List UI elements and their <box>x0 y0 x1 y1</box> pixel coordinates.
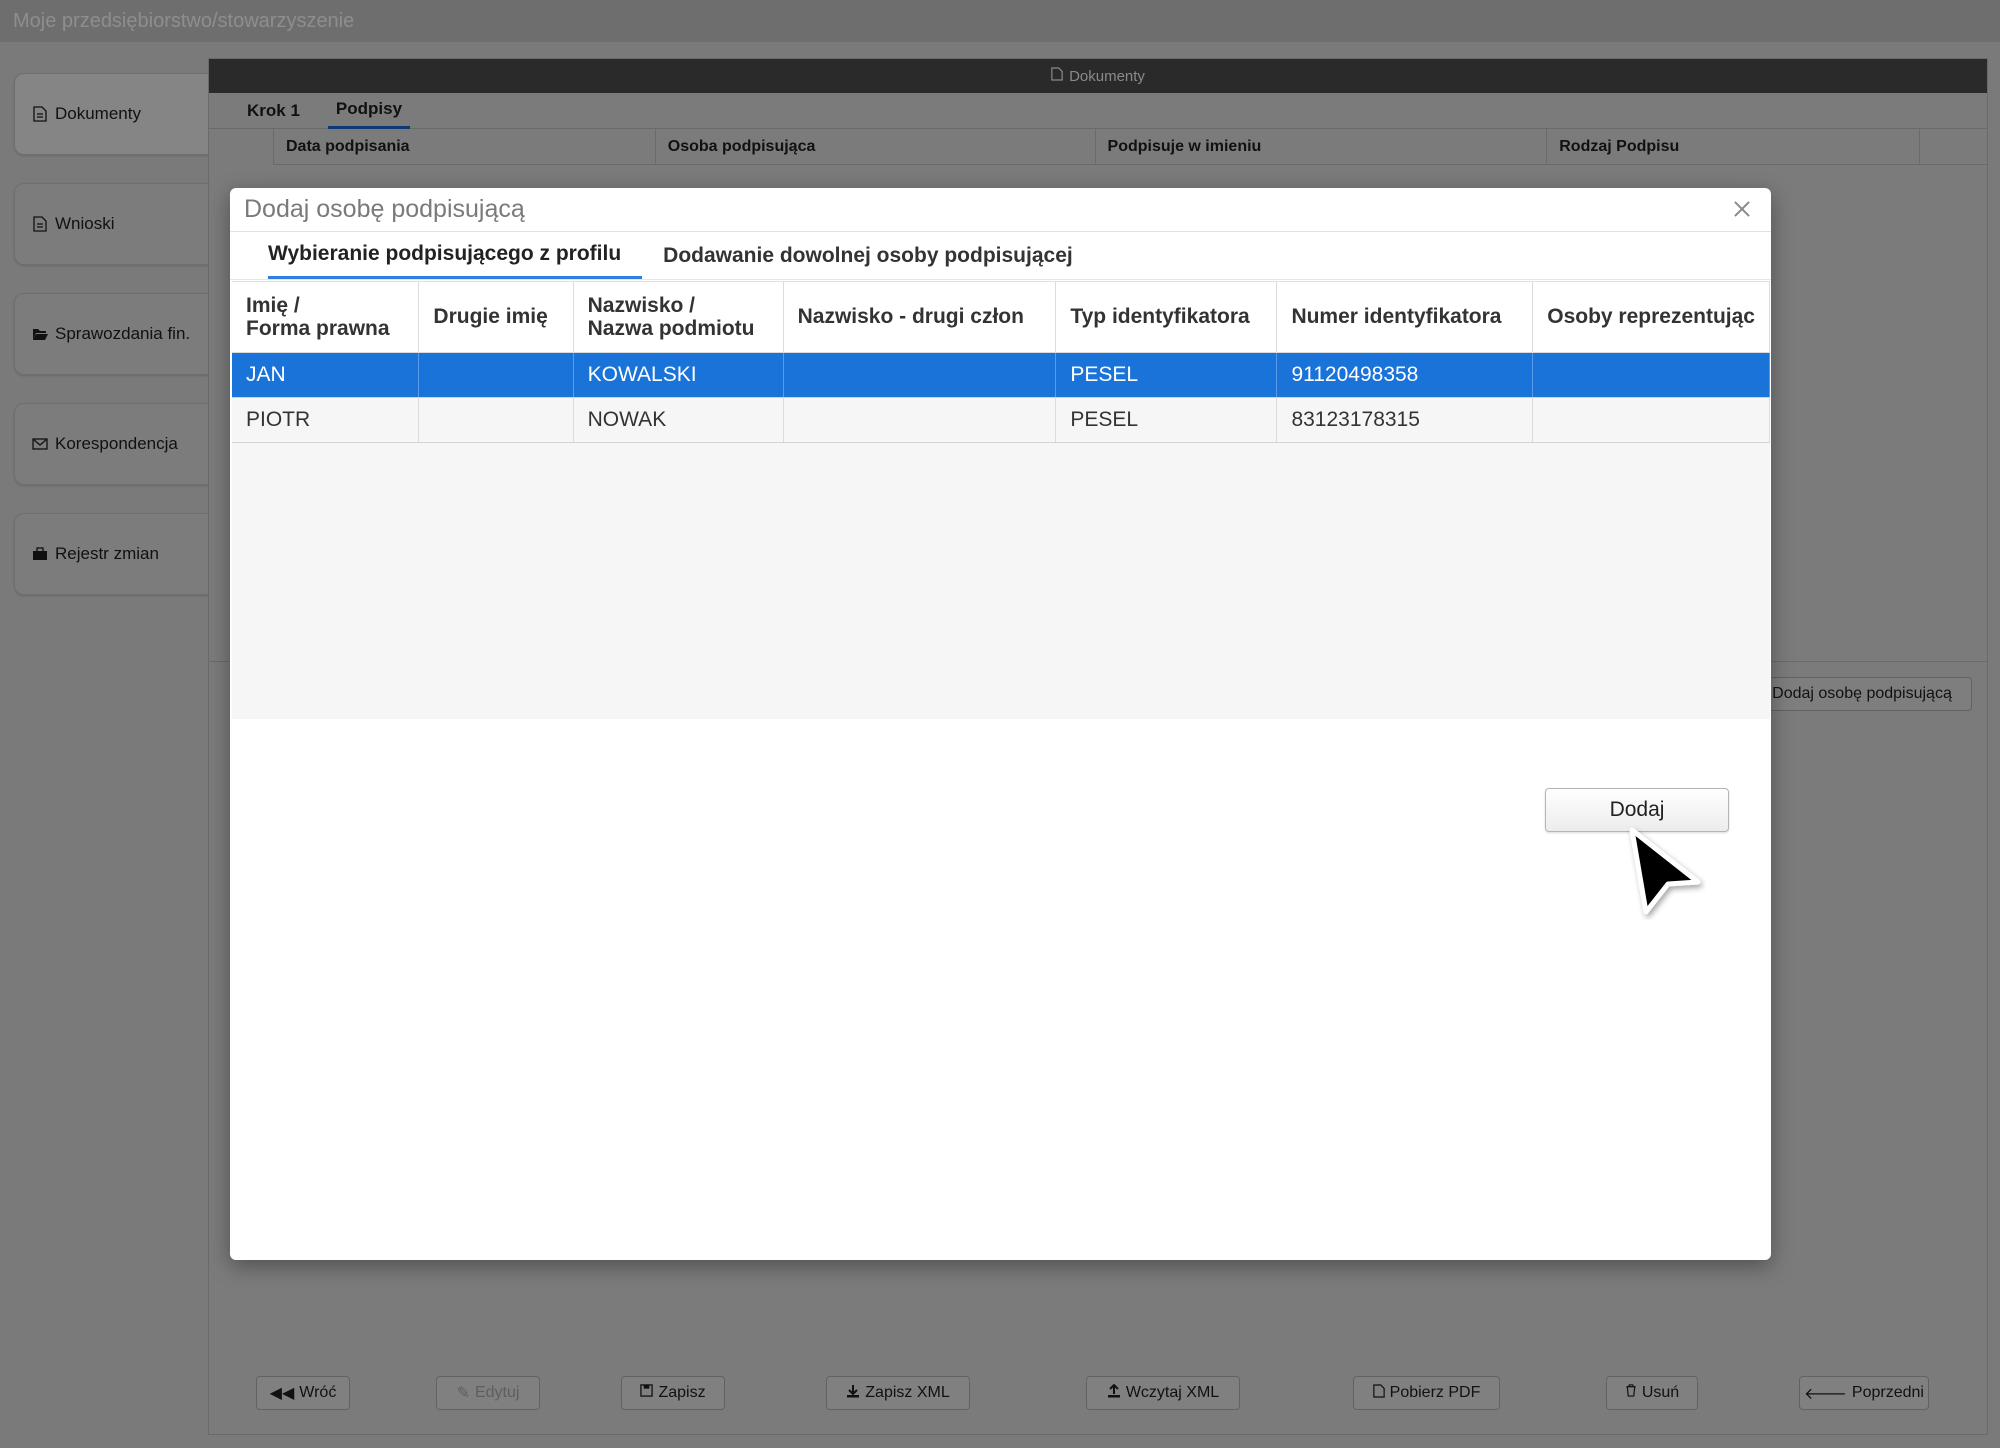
document-icon <box>31 105 49 123</box>
edit-button-label: Edytuj <box>474 1384 520 1401</box>
cell-id-type: PESEL <box>1055 397 1278 443</box>
document-icon <box>31 215 49 233</box>
column-header-middle-name[interactable]: Drugie imię <box>418 282 574 353</box>
cell-last-name: NOWAK <box>573 397 784 443</box>
cell-id-number: 83123178315 <box>1276 397 1534 443</box>
trash-icon <box>1625 1384 1637 1402</box>
save-xml-button-label: Zapisz XML <box>865 1384 950 1401</box>
edit-button[interactable]: ✎ Edytuj <box>436 1376 540 1410</box>
add-signer-modal: Dodaj osobę podpisującą Wybieranie podpi… <box>230 188 1771 1260</box>
modal-tabs: Wybieranie podpisującego z profilu Dodaw… <box>230 232 1771 280</box>
cell-id-number: 91120498358 <box>1276 352 1534 398</box>
briefcase-icon <box>31 545 49 563</box>
previous-button[interactable]: 🡐 Poprzedni <box>1799 1376 1929 1410</box>
sidebar-item-label: Sprawozdania fin. <box>55 324 191 343</box>
table-row[interactable]: PIOTR NOWAK PESEL 83123178315 <box>232 397 1770 443</box>
step-tabs: Krok 1 Podpisy <box>209 93 1987 129</box>
sidebar-item-dokumenty[interactable]: Dokumenty <box>14 73 210 155</box>
pdf-icon <box>1372 1383 1385 1403</box>
tab-select-from-profile[interactable]: Wybieranie podpisującego z profilu <box>268 232 643 279</box>
add-signer-button[interactable]: Dodaj osobę podpisującą <box>1752 677 1972 711</box>
cell-last-name-second-part <box>783 352 1057 398</box>
download-icon <box>846 1384 860 1403</box>
document-icon <box>1051 67 1063 85</box>
cell-id-type: PESEL <box>1055 352 1278 398</box>
save-button-label: Zapisz <box>658 1384 706 1401</box>
column-header[interactable]: Podpisuje w imieniu <box>1094 129 1547 164</box>
panel-header: Dokumenty <box>209 59 1987 93</box>
column-header-last-name-second-part[interactable]: Nazwisko - drugi człon <box>783 282 1057 353</box>
download-pdf-button-label: Pobierz PDF <box>1389 1384 1481 1401</box>
signatures-table-header: Data podpisania Osoba podpisująca Podpis… <box>273 129 1987 165</box>
app-title: Moje przedsiębiorstwo/stowarzyszenie <box>13 10 355 32</box>
delete-button-label: Usuń <box>1641 1384 1680 1401</box>
footer-toolbar: ◀◀ Wróć ✎ Edytuj Zapisz Zapisz XML Wczyt… <box>0 1376 2000 1412</box>
back-button[interactable]: ◀◀ Wróć <box>256 1376 350 1410</box>
sidebar-item-label: Rejestr zmian <box>55 544 159 563</box>
add-button-label: Dodaj <box>1609 798 1665 821</box>
panel-title: Dokumenty <box>1069 67 1145 85</box>
modal-title: Dodaj osobę podpisującą <box>244 195 525 223</box>
sidebar-item-label: Dokumenty <box>55 104 141 123</box>
column-header[interactable]: Osoba podpisująca <box>654 129 1095 164</box>
envelope-icon <box>31 435 49 453</box>
cell-middle-name <box>418 397 574 443</box>
sidebar-item-label: Korespondencja <box>55 434 178 453</box>
edit-icon: ✎ <box>456 1385 470 1402</box>
save-button[interactable]: Zapisz <box>621 1376 725 1410</box>
delete-button[interactable]: Usuń <box>1606 1376 1698 1410</box>
column-header[interactable]: Rodzaj Podpisu <box>1546 129 1919 164</box>
column-header-id-number[interactable]: Numer identyfikatora <box>1276 282 1534 353</box>
mouse-cursor-icon <box>1629 827 1701 915</box>
double-left-icon: ◀◀ <box>269 1385 295 1402</box>
table-header-row: Imię / Forma prawna Drugie imię Nazwisko … <box>232 282 1770 353</box>
sidebar-item-rejestr-zmian[interactable]: Rejestr zmian <box>14 513 210 595</box>
app-title-bar: Moje przedsiębiorstwo/stowarzyszenie <box>0 0 2000 42</box>
arrow-left-icon: 🡐 <box>1804 1385 1847 1403</box>
add-signer-button-label: Dodaj osobę podpisującą <box>1772 685 1952 702</box>
signers-table: Imię / Forma prawna Drugie imię Nazwisko … <box>232 282 1770 443</box>
download-pdf-button[interactable]: Pobierz PDF <box>1353 1376 1500 1410</box>
upload-icon <box>1107 1383 1121 1403</box>
sidebar-item-label: Wnioski <box>55 214 115 233</box>
cell-last-name: KOWALSKI <box>573 352 784 398</box>
table-row[interactable]: JAN KOWALSKI PESEL 91120498358 <box>232 352 1770 398</box>
cell-representatives <box>1532 397 1770 443</box>
column-header-id-type[interactable]: Typ identyfikatora <box>1055 282 1278 353</box>
column-header-empty <box>1919 129 1987 164</box>
sidebar-item-korespondencja[interactable]: Korespondencja <box>14 403 210 485</box>
cell-middle-name <box>418 352 574 398</box>
cell-first-name: PIOTR <box>232 397 420 443</box>
tab-krok-1[interactable]: Krok 1 <box>239 93 308 129</box>
modal-header: Dodaj osobę podpisującą <box>230 188 1771 232</box>
save-xml-button[interactable]: Zapisz XML <box>826 1376 970 1410</box>
load-xml-button[interactable]: Wczytaj XML <box>1086 1376 1240 1410</box>
tab-podpisy[interactable]: Podpisy <box>327 93 411 129</box>
column-header-last-name[interactable]: Nazwisko / Nazwa podmiotu <box>573 282 784 353</box>
sidebar-item-wnioski[interactable]: Wnioski <box>14 183 210 265</box>
cell-representatives <box>1532 352 1770 398</box>
tab-add-any-signer[interactable]: Dodawanie dowolnej osoby podpisującej <box>642 232 1094 279</box>
column-header-first-name[interactable]: Imię / Forma prawna <box>232 282 420 353</box>
cell-last-name-second-part <box>783 397 1057 443</box>
previous-button-label: Poprzedni <box>1851 1384 1924 1401</box>
cell-first-name: JAN <box>232 352 420 398</box>
column-header-representatives[interactable]: Osoby reprezentując <box>1532 282 1770 353</box>
folder-open-icon <box>31 325 49 343</box>
back-button-label: Wróć <box>299 1384 337 1401</box>
close-icon[interactable] <box>1731 198 1753 220</box>
sidebar-item-sprawozdania[interactable]: Sprawozdania fin. <box>14 293 210 375</box>
column-header[interactable]: Data podpisania <box>273 129 655 164</box>
sidebar: Dokumenty Wnioski Sprawozdania fin. Kore… <box>14 73 210 623</box>
load-xml-button-label: Wczytaj XML <box>1125 1384 1220 1401</box>
save-icon <box>640 1384 654 1402</box>
signers-grid: Imię / Forma prawna Drugie imię Nazwisko … <box>232 281 1770 719</box>
